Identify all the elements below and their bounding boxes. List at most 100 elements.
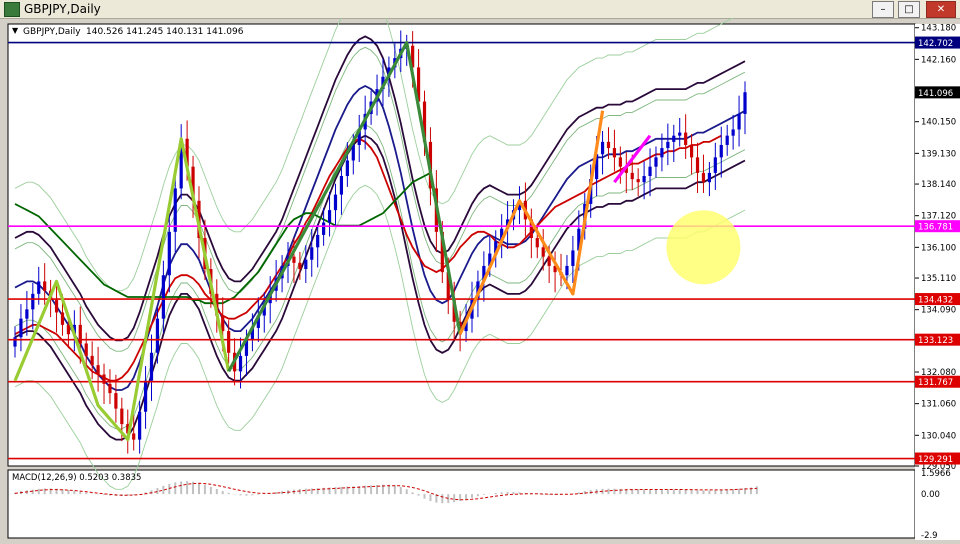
candle-body	[339, 175, 344, 195]
candle-body	[138, 411, 142, 440]
candle-body	[96, 365, 100, 375]
candle-body	[43, 281, 47, 291]
candle-body	[60, 312, 65, 325]
candle-body	[90, 355, 94, 366]
candle-body	[132, 433, 136, 440]
y-tick-label: 142.160	[921, 55, 956, 65]
y-tick-label: 131.060	[921, 400, 956, 410]
candle-body	[108, 383, 112, 394]
candle-body	[719, 144, 723, 158]
candle-body	[713, 157, 717, 173]
chart-area[interactable]: 143.180142.160141.130140.150139.130138.1…	[0, 0, 960, 541]
candle-body	[345, 160, 349, 176]
close-button[interactable]: ✕	[926, 1, 956, 18]
candle-body	[600, 141, 605, 155]
candle-body	[19, 318, 23, 338]
candle-body	[743, 92, 747, 114]
candle-body	[654, 157, 658, 167]
candle-body	[612, 148, 617, 158]
candle-body	[66, 324, 71, 335]
symbol-dropdown-icon: ▼	[12, 26, 19, 35]
y-tick-label: 135.110	[921, 274, 956, 284]
macd-y-tick-label: 0.00	[921, 490, 940, 500]
candle-body	[571, 250, 575, 266]
candle-body	[143, 380, 148, 412]
candle-body	[292, 256, 296, 263]
candle-body	[54, 300, 59, 313]
candle-body	[689, 144, 694, 158]
y-tick-label: 140.150	[921, 118, 956, 128]
macd-y-tick-label: -2.9	[921, 531, 938, 540]
candle-body	[630, 172, 634, 180]
candle-body	[149, 352, 154, 381]
candle-body	[316, 234, 320, 248]
candle-body	[642, 175, 646, 183]
candle-body	[648, 166, 652, 176]
candle-body	[120, 408, 124, 425]
y-tick-label: 134.090	[921, 306, 956, 316]
level-price-label: 133.123	[918, 336, 953, 346]
candle-body	[666, 141, 670, 149]
y-tick-label: 138.140	[921, 180, 956, 190]
candle-body	[547, 256, 551, 266]
level-price-label: 136.781	[918, 223, 953, 233]
candle-body	[173, 188, 177, 232]
candle-body	[161, 275, 165, 319]
candle-body	[684, 132, 688, 145]
candle-body	[333, 194, 338, 211]
window-title: GBPJPY,Daily	[24, 2, 101, 16]
candle-body	[731, 129, 735, 136]
candle-body	[636, 179, 640, 183]
candle-body	[606, 141, 611, 149]
candle-body	[565, 265, 569, 276]
minimize-button[interactable]: –	[872, 1, 894, 18]
macd-label: MACD(12,26,9) 0.5203 0.3835	[12, 473, 141, 483]
candle-body	[678, 132, 682, 136]
candle-body	[725, 135, 729, 145]
candle-body	[78, 324, 82, 344]
candle-body	[701, 172, 706, 183]
macd-y-tick-label: 1.5966	[921, 469, 951, 479]
macd-panel	[7, 469, 916, 539]
candle-body	[13, 337, 17, 347]
y-tick-label: 136.100	[921, 243, 956, 253]
y-tick-label: 130.040	[921, 431, 956, 441]
candle-body	[298, 262, 302, 270]
candle-body	[31, 293, 35, 310]
candle-body	[167, 231, 171, 276]
chart-window-icon	[4, 2, 20, 17]
candle-body	[25, 309, 29, 319]
ohlc-label: 140.526 141.245 140.131 141.096	[86, 27, 244, 37]
candle-body	[672, 135, 676, 142]
candle-body	[327, 210, 332, 223]
candle-body	[695, 157, 700, 173]
candle-body	[707, 172, 711, 183]
candle-body	[660, 148, 664, 158]
candle-body	[114, 393, 118, 409]
candle-body	[541, 247, 545, 257]
window-titlebar: GBPJPY,Daily – □ ✕	[0, 0, 960, 19]
candle-body	[155, 318, 160, 353]
last-price-label: 141.096	[918, 89, 953, 99]
candle-body	[737, 113, 741, 130]
level-price-label: 131.767	[918, 378, 953, 388]
chart-svg: 143.180142.160141.130140.150139.130138.1…	[7, 0, 960, 541]
y-tick-label: 143.180	[921, 24, 956, 34]
candle-body	[84, 343, 88, 356]
candle-body	[227, 331, 231, 353]
candle-body	[304, 259, 308, 270]
candle-body	[37, 281, 41, 294]
maximize-button[interactable]: □	[898, 1, 920, 18]
candle-body	[535, 238, 539, 248]
candle-body	[238, 355, 243, 372]
candle-body	[351, 144, 355, 161]
level-price-label: 142.702	[918, 39, 953, 49]
level-price-label: 134.432	[918, 296, 953, 306]
candle-body	[322, 222, 326, 235]
level-price-label: 129.291	[918, 455, 953, 465]
y-tick-label: 137.120	[921, 212, 956, 222]
symbol-label: GBPJPY,Daily	[23, 27, 81, 37]
candle-body	[310, 247, 314, 260]
candle-body	[618, 157, 622, 167]
y-tick-label: 139.130	[921, 149, 956, 159]
